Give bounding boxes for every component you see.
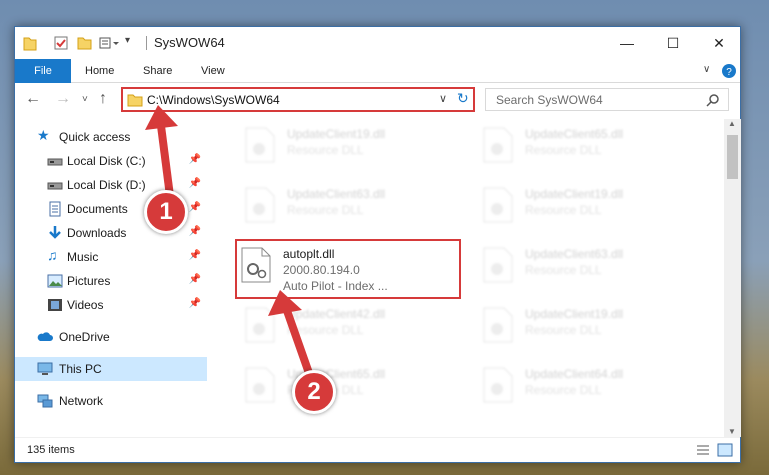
- annotation-arrows: [145, 105, 314, 378]
- step-2-callout: 2: [292, 370, 336, 414]
- step-1-callout: 1: [144, 190, 188, 234]
- arrow-1: [145, 105, 178, 197]
- arrow-2: [268, 290, 314, 378]
